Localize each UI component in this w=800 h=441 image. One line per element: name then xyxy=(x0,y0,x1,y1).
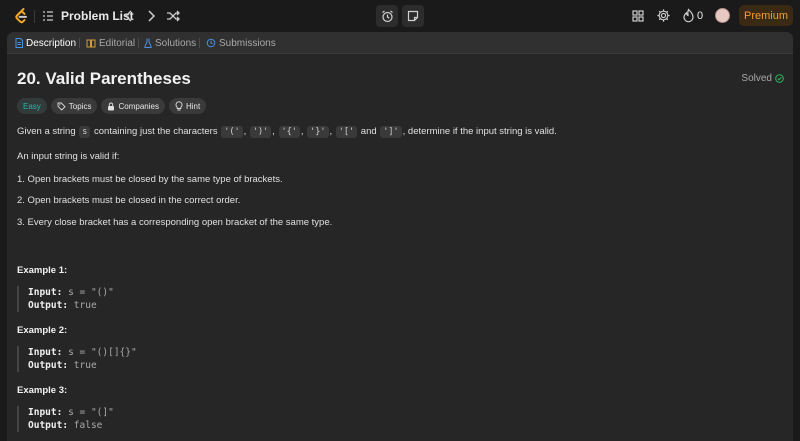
avatar[interactable] xyxy=(715,8,730,23)
rule-item: 2. Open brackets must be closed in the c… xyxy=(17,195,241,206)
input-label: Input: xyxy=(28,287,63,298)
document-icon xyxy=(15,38,23,48)
example-block: Input: s = "(]" Output: false xyxy=(17,406,317,432)
example-input-line: Input: s = "()[]{}" xyxy=(28,346,317,359)
lightbulb-icon xyxy=(175,101,183,111)
check-circle-icon xyxy=(775,74,784,83)
rule-item: 1. Open brackets must be closed by the s… xyxy=(17,174,283,185)
shuffle-icon[interactable] xyxy=(165,8,181,24)
example-heading: Example 3: xyxy=(17,385,68,396)
divider xyxy=(79,38,80,48)
tab-editorial[interactable]: Editorial xyxy=(86,36,135,50)
streak-count: 0 xyxy=(697,10,704,22)
difficulty-badge: Easy xyxy=(17,98,47,114)
flask-icon xyxy=(144,38,152,48)
top-navbar: Problem List 0 Premium xyxy=(0,0,800,32)
solved-status: Solved xyxy=(741,73,784,84)
companies-label: Companies xyxy=(118,101,159,111)
divider xyxy=(34,10,35,23)
note-icon xyxy=(407,10,419,22)
example-output-line: Output: true xyxy=(28,359,317,372)
history-icon xyxy=(206,38,216,48)
book-icon xyxy=(86,39,96,48)
companies-chip[interactable]: Companies xyxy=(101,98,165,114)
inline-code: s xyxy=(79,126,91,138)
example-input: s = "()[]{}" xyxy=(68,347,137,358)
alarm-icon xyxy=(381,10,393,22)
premium-button[interactable]: Premium xyxy=(739,5,793,26)
tab-solutions-label: Solutions xyxy=(155,37,197,49)
example-input: s = "(]" xyxy=(68,407,114,418)
example-output: true xyxy=(73,300,97,311)
divider xyxy=(199,38,200,48)
problem-tags: Easy Topics Companies Hint xyxy=(17,98,207,114)
chevron-right-icon[interactable] xyxy=(143,8,159,24)
example-input: s = "()" xyxy=(68,287,114,298)
panel-tab-bar: Description Editorial Solutions Submissi… xyxy=(7,32,793,54)
example-output: false xyxy=(73,420,103,431)
inline-code: '}' xyxy=(307,126,329,138)
intro-text: Given a string xyxy=(17,126,79,137)
inline-code: '{' xyxy=(278,126,300,138)
rule-item: 3. Every close bracket has a correspondi… xyxy=(17,217,333,228)
description-panel: Description Editorial Solutions Submissi… xyxy=(7,32,793,441)
tab-submissions[interactable]: Submissions xyxy=(206,36,276,50)
example-heading: Example 1: xyxy=(17,265,68,276)
example-output: true xyxy=(73,360,97,371)
example-output-line: Output: false xyxy=(28,419,317,432)
intro-text: , determine if the input string is valid… xyxy=(402,126,557,137)
timer-button[interactable] xyxy=(376,5,398,27)
divider xyxy=(138,38,139,48)
list-icon[interactable] xyxy=(42,10,54,22)
topics-chip[interactable]: Topics xyxy=(50,98,98,114)
flame-icon[interactable] xyxy=(682,8,695,23)
hint-chip[interactable]: Hint xyxy=(168,98,207,114)
inline-code: '(' xyxy=(221,126,243,138)
problem-intro: Given a string s containing just the cha… xyxy=(17,126,557,138)
topics-label: Topics xyxy=(68,101,92,111)
inline-code: '[' xyxy=(335,126,358,138)
gear-icon[interactable] xyxy=(656,8,671,23)
tab-description[interactable]: Description xyxy=(15,36,76,50)
valid-if-text: An input string is valid if: xyxy=(17,151,120,162)
tab-submissions-label: Submissions xyxy=(219,37,276,49)
tab-editorial-label: Editorial xyxy=(99,37,136,49)
hint-label: Hint xyxy=(185,101,201,111)
leetcode-logo[interactable] xyxy=(13,7,29,25)
example-block: Input: s = "()" Output: true xyxy=(17,286,317,312)
input-label: Input: xyxy=(28,347,63,358)
grid-icon[interactable] xyxy=(631,9,645,23)
example-heading: Example 2: xyxy=(17,325,68,336)
intro-text: and xyxy=(358,126,380,137)
notes-button[interactable] xyxy=(402,5,424,27)
inline-code: ']' xyxy=(380,126,402,138)
example-input-line: Input: s = "()" xyxy=(28,286,317,299)
inline-code: ')' xyxy=(249,126,272,138)
solved-label: Solved xyxy=(741,73,772,84)
tag-icon xyxy=(57,102,66,111)
chevron-left-icon[interactable] xyxy=(121,8,137,24)
output-label: Output: xyxy=(28,360,69,371)
example-output-line: Output: true xyxy=(28,299,317,312)
intro-text: containing just the characters xyxy=(91,126,221,137)
example-block: Input: s = "()[]{}" Output: true xyxy=(17,346,317,372)
tab-description-label: Description xyxy=(26,37,77,49)
output-label: Output: xyxy=(28,420,69,431)
output-label: Output: xyxy=(28,300,69,311)
lock-icon xyxy=(108,102,115,110)
tab-solutions[interactable]: Solutions xyxy=(144,36,196,50)
example-input-line: Input: s = "(]" xyxy=(28,406,317,419)
input-label: Input: xyxy=(28,407,63,418)
problem-title: 20. Valid Parentheses xyxy=(17,69,191,88)
